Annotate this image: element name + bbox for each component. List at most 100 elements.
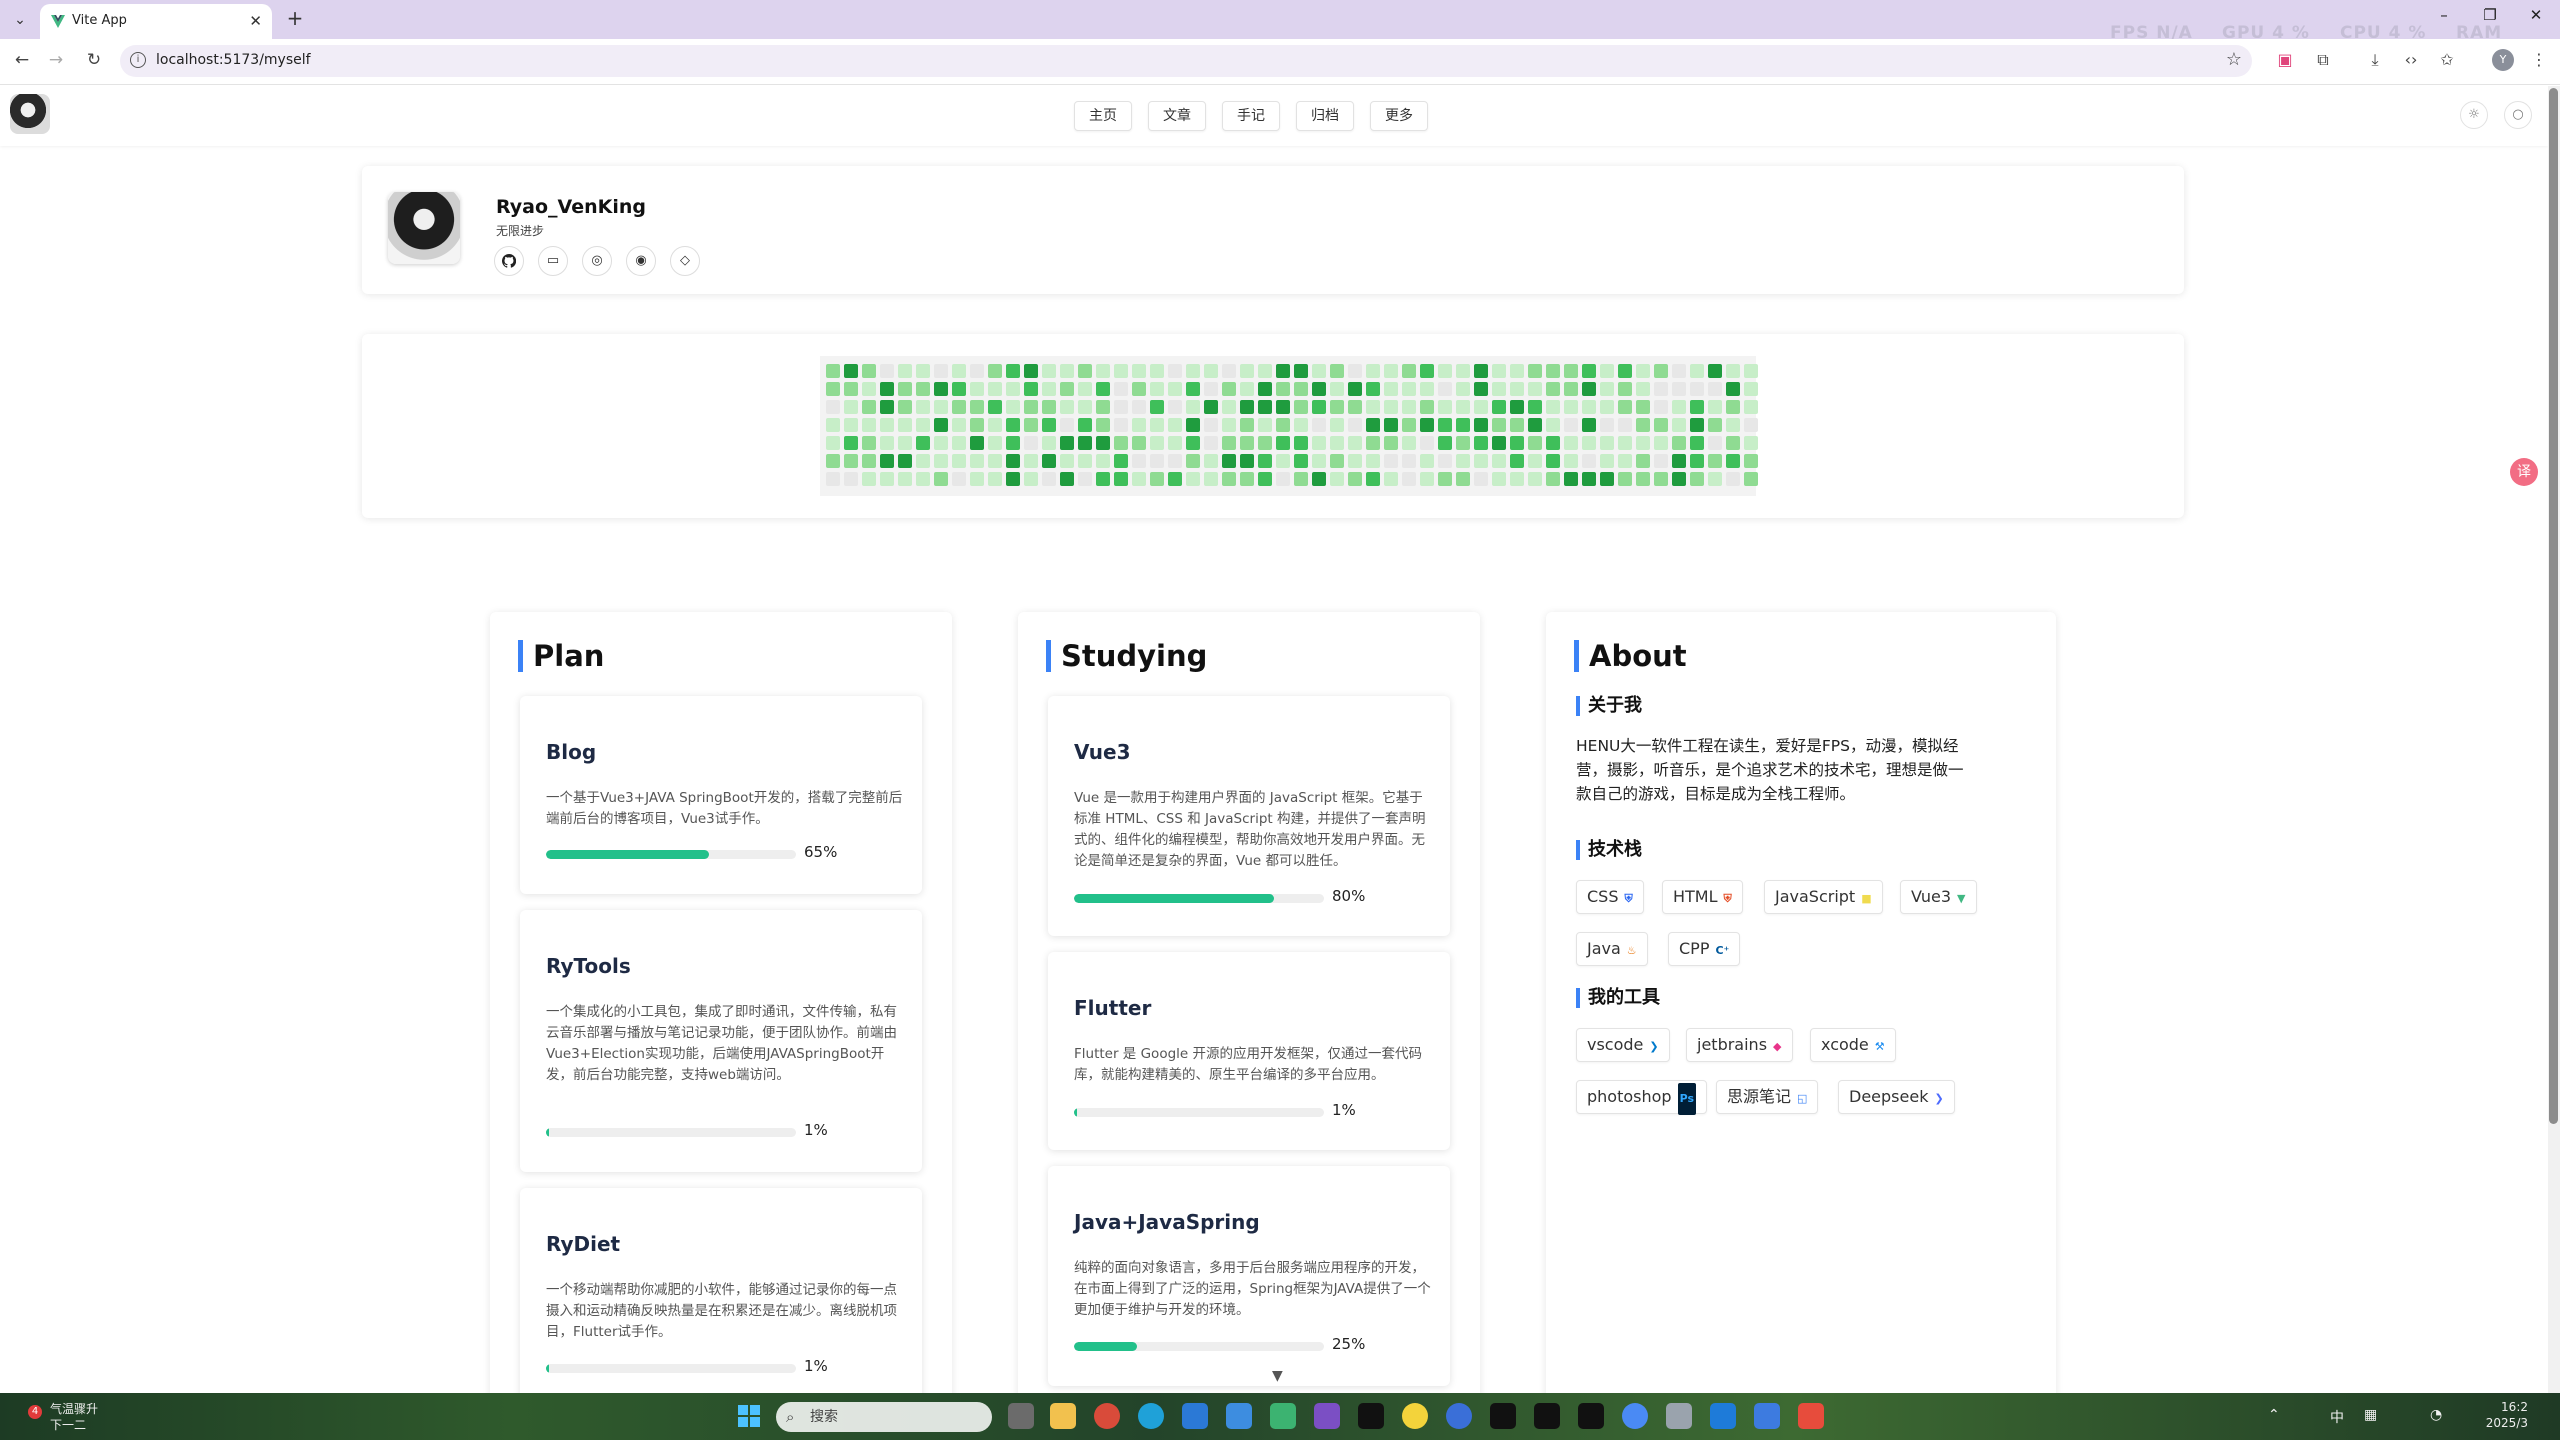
search-icon[interactable]: ○ (2504, 101, 2532, 129)
address-bar[interactable]: i localhost:5173/myself ☆ (120, 45, 2252, 77)
wechat-icon[interactable] (1270, 1403, 1296, 1429)
tab-close-icon[interactable]: ✕ (249, 12, 262, 30)
heatmap-cell (1222, 454, 1236, 468)
scroll-down-icon[interactable]: ▼ (1272, 1368, 1283, 1384)
back-icon[interactable]: ← (10, 50, 34, 70)
taskbar-search[interactable]: ⌕ 搜索 (776, 1402, 992, 1432)
tray-app-icon[interactable]: ▦ (2364, 1407, 2377, 1423)
heatmap-cell (1384, 364, 1398, 378)
tag-java[interactable]: Java ♨ (1576, 932, 1648, 966)
heatmap-cell (1510, 382, 1524, 396)
bilibili-icon[interactable]: ▭ (538, 246, 568, 276)
minimize-icon[interactable]: – (2424, 6, 2464, 24)
taskview-icon[interactable] (1008, 1403, 1034, 1429)
heatmap-cell (952, 436, 966, 450)
tray-chevron-icon[interactable]: ⌃ (2268, 1407, 2280, 1423)
tag-photoshop[interactable]: photoshop Ps (1576, 1080, 1707, 1115)
edge-icon[interactable] (1138, 1403, 1164, 1429)
app-icon[interactable] (1446, 1403, 1472, 1429)
heatmap-cell (1132, 364, 1146, 378)
reload-icon[interactable]: ↻ (82, 50, 106, 70)
heatmap-cell (1672, 400, 1686, 414)
wifi-icon[interactable]: ◔ (2430, 1407, 2442, 1423)
juejin-icon[interactable]: ◇ (670, 246, 700, 276)
webstorm-icon[interactable] (1578, 1403, 1604, 1429)
favorites-icon[interactable]: ✩ (2436, 49, 2458, 71)
tag-jetbrains[interactable]: jetbrains ◆ (1686, 1028, 1793, 1062)
weather-widget[interactable]: 4 气温骤升 下一二 (14, 1401, 124, 1433)
app-icon[interactable] (1754, 1403, 1780, 1429)
csdn-icon[interactable]: ◎ (582, 246, 612, 276)
plan-card-blog[interactable]: Blog 一个基于Vue3+JAVA SpringBoot开发的，搭载了完整前后… (520, 696, 922, 894)
vscode-taskbar-icon[interactable] (1226, 1403, 1252, 1429)
extension-icon[interactable]: ▣ (2274, 49, 2296, 71)
store-icon[interactable] (1182, 1403, 1208, 1429)
window-close-icon[interactable]: ✕ (2516, 6, 2556, 24)
theme-toggle-icon[interactable]: ☼ (2460, 101, 2488, 129)
chrome-icon[interactable] (1094, 1403, 1120, 1429)
app-icon[interactable] (1710, 1403, 1736, 1429)
tag-vue3[interactable]: Vue3 ▼ (1900, 880, 1977, 914)
nav-more[interactable]: 更多 (1370, 101, 1428, 131)
nav-archive[interactable]: 归档 (1296, 101, 1354, 131)
nav-notes[interactable]: 手记 (1222, 101, 1280, 131)
tag-javascript[interactable]: JavaScript ■ (1764, 880, 1883, 914)
heatmap-cell (1474, 472, 1488, 486)
tag-css[interactable]: CSS ⛨ (1576, 880, 1644, 914)
restore-icon[interactable]: ❐ (2470, 6, 2510, 24)
heatmap-cell (1420, 364, 1434, 378)
tag-html[interactable]: HTML ⛨ (1662, 880, 1743, 914)
calculator-icon[interactable] (1666, 1403, 1692, 1429)
heatmap-cell (1060, 472, 1074, 486)
url-text[interactable]: localhost:5173/myself (156, 52, 311, 68)
menu-kebab-icon[interactable]: ⋮ (2528, 49, 2550, 71)
download-icon[interactable]: ⤓ (2364, 49, 2386, 71)
translate-float-icon[interactable]: 译 (2510, 458, 2538, 486)
forward-icon[interactable]: → (44, 50, 68, 70)
profile-avatar[interactable]: Y (2492, 49, 2514, 71)
github-icon[interactable] (494, 246, 524, 276)
file-explorer-icon[interactable] (1050, 1403, 1076, 1429)
visual-studio-icon[interactable] (1314, 1403, 1340, 1429)
heatmap-cell (1618, 436, 1632, 450)
devtools-icon[interactable]: ‹› (2400, 49, 2422, 71)
scrollbar-thumb[interactable] (2549, 88, 2558, 1124)
app-icon[interactable] (1402, 1403, 1428, 1429)
tag-xcode[interactable]: xcode ⚒ (1810, 1028, 1896, 1062)
heatmap-cell (1474, 418, 1488, 432)
nav-home[interactable]: 主页 (1074, 101, 1132, 131)
browser-tab[interactable]: Vite App ✕ (40, 4, 272, 39)
tab-search-icon[interactable]: ⌄ (8, 8, 32, 32)
tag-cpp[interactable]: CPP C⁺ (1668, 932, 1741, 966)
app-icon[interactable] (1622, 1403, 1648, 1429)
clion-icon[interactable] (1358, 1403, 1384, 1429)
tag-deepseek[interactable]: Deepseek ❯ (1838, 1080, 1955, 1114)
progress-label: 25% (1332, 1335, 1366, 1353)
plan-card-rytools[interactable]: RyTools 一个集成化的小工具包，集成了即时通讯，文件传输，私有云音乐部署与… (520, 910, 922, 1172)
tag-siyuan[interactable]: 思源笔记 ◱ (1716, 1080, 1819, 1114)
pycharm-icon[interactable] (1534, 1403, 1560, 1429)
new-tab-icon[interactable]: + (282, 6, 308, 30)
bookmark-star-icon[interactable]: ☆ (2226, 49, 2242, 70)
study-card-java[interactable]: Java+JavaSpring 纯粹的面向对象语言，多用于后台服务端应用程序的开… (1048, 1166, 1450, 1386)
tag-vscode[interactable]: vscode ❯ (1576, 1028, 1670, 1062)
heatmap-cell (1528, 454, 1542, 468)
nav-articles[interactable]: 文章 (1148, 101, 1206, 131)
intellij-icon[interactable] (1490, 1403, 1516, 1429)
windows-start-icon[interactable] (738, 1405, 760, 1427)
extensions-puzzle-icon[interactable]: ⧉ (2312, 49, 2334, 71)
heatmap-cell (1096, 436, 1110, 450)
study-card-vue3[interactable]: Vue3 Vue 是一款用于构建用户界面的 JavaScript 框架。它基于标… (1048, 696, 1450, 936)
plan-card-rydiet[interactable]: RyDiet 一个移动端帮助你减肥的小软件，能够通过记录你的每一点摄入和运动精确… (520, 1188, 922, 1393)
site-info-icon[interactable]: i (130, 52, 146, 68)
ime-indicator[interactable]: 中 (2330, 1407, 2344, 1427)
heatmap-cell (1240, 364, 1254, 378)
study-card-flutter[interactable]: Flutter Flutter 是 Google 开源的应用开发框架，仅通过一套… (1048, 952, 1450, 1150)
tools-heading: 我的工具 (1576, 988, 1660, 1008)
vue-icon: ▼ (1957, 892, 1966, 905)
weibo-icon[interactable]: ◉ (626, 246, 656, 276)
site-logo[interactable] (10, 94, 50, 134)
qq-icon[interactable] (1798, 1403, 1824, 1429)
heatmap-cell (1186, 472, 1200, 486)
clock[interactable]: 16:2 2025/3 (2468, 1399, 2528, 1431)
